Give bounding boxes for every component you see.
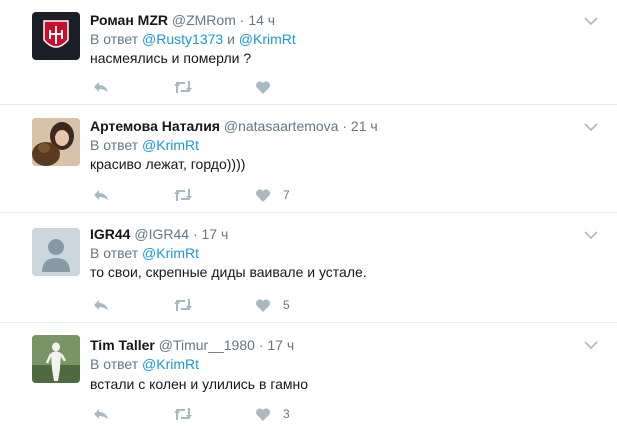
tweet-actions: 5	[90, 296, 330, 314]
like-button[interactable]: 5	[255, 296, 290, 314]
reply-button[interactable]	[92, 78, 110, 96]
separator: ·	[342, 118, 348, 134]
separator: ·	[258, 337, 264, 353]
display-name[interactable]: Роман MZR	[90, 12, 168, 28]
tweet-text: встали с колен и улились в гамно	[90, 376, 309, 392]
reply-prefix: В ответ	[90, 356, 139, 372]
reply-context: В ответ @Rusty1373 и @KrimRt	[90, 30, 296, 48]
mention-link[interactable]: @Rusty1373	[142, 31, 223, 47]
like-button[interactable]: 7	[255, 186, 290, 204]
reply-prefix: В ответ	[90, 137, 139, 153]
user-handle[interactable]: @Timur__1980	[159, 337, 255, 353]
like-button[interactable]	[255, 78, 283, 96]
reply-prefix: В ответ	[90, 245, 139, 261]
tweet-header: Tim Taller @Timur__1980 · 17 ч	[90, 336, 294, 354]
like-count: 3	[283, 407, 290, 421]
like-count: 7	[283, 188, 290, 202]
tweet-actions: 7	[90, 186, 330, 204]
chevron-down-icon[interactable]	[583, 13, 599, 26]
reply-prefix: В ответ	[90, 31, 139, 47]
mention-link[interactable]: @KrimRt	[239, 31, 296, 47]
reply-button[interactable]	[92, 296, 110, 314]
timestamp[interactable]: 17 ч	[202, 226, 229, 242]
heart-icon	[256, 298, 270, 312]
mention-link[interactable]: @KrimRt	[142, 245, 199, 261]
display-name[interactable]: Артемова Наталия	[90, 118, 220, 134]
reply-context: В ответ @KrimRt	[90, 136, 199, 154]
display-name[interactable]: IGR44	[90, 226, 130, 242]
retweet-button[interactable]	[172, 78, 194, 96]
chevron-down-icon[interactable]	[583, 337, 599, 350]
tweet-actions	[90, 78, 330, 96]
tweet-1[interactable]: Роман MZR @ZMRom · 14 ч В ответ @Rusty13…	[0, 0, 617, 105]
user-handle[interactable]: @ZMRom	[172, 12, 236, 28]
display-name[interactable]: Tim Taller	[90, 337, 155, 353]
tweet-2[interactable]: Артемова Наталия @natasaartemova · 21 ч …	[0, 106, 617, 213]
separator: ·	[192, 226, 198, 242]
tweet-header: IGR44 @IGR44 · 17 ч	[90, 225, 228, 243]
heart-icon	[256, 407, 270, 421]
heart-icon	[256, 80, 270, 94]
tweet-text: красиво лежат, гордо))))	[90, 156, 246, 172]
tweet-header: Роман MZR @ZMRom · 14 ч	[90, 11, 275, 29]
tweet-text: то свои, скрепные диды ваивале и устале.	[90, 264, 367, 280]
reply-context: В ответ @KrimRt	[90, 355, 199, 373]
tweet-text: насмеялись и померли ?	[90, 50, 252, 66]
heart-icon	[256, 188, 270, 202]
like-button[interactable]: 3	[255, 405, 290, 423]
timestamp[interactable]: 21 ч	[351, 118, 378, 134]
reply-icon	[94, 300, 108, 310]
separator: ·	[239, 12, 245, 28]
chevron-down-icon[interactable]	[583, 227, 599, 240]
chevron-down-icon[interactable]	[583, 119, 599, 132]
reply-button[interactable]	[92, 186, 110, 204]
avatar[interactable]	[32, 12, 80, 60]
retweet-button[interactable]	[172, 296, 194, 314]
user-handle[interactable]: @natasaartemova	[224, 118, 339, 134]
reply-context: В ответ @KrimRt	[90, 244, 199, 262]
reply-icon	[94, 190, 108, 200]
mention-join: и	[227, 31, 235, 47]
retweet-icon	[174, 299, 192, 311]
tweet-actions: 3	[90, 405, 330, 423]
avatar[interactable]	[32, 118, 80, 166]
user-handle[interactable]: @IGR44	[134, 226, 189, 242]
avatar[interactable]	[32, 228, 80, 276]
retweet-icon	[174, 81, 192, 93]
tweet-3[interactable]: IGR44 @IGR44 · 17 ч В ответ @KrimRt то с…	[0, 214, 617, 323]
reply-button[interactable]	[92, 405, 110, 423]
retweet-icon	[174, 189, 192, 201]
timestamp[interactable]: 14 ч	[248, 12, 275, 28]
like-count: 5	[283, 298, 290, 312]
mention-link[interactable]: @KrimRt	[142, 137, 199, 153]
timestamp[interactable]: 17 ч	[267, 337, 294, 353]
retweet-button[interactable]	[172, 186, 194, 204]
reply-icon	[94, 82, 108, 92]
tweet-header: Артемова Наталия @natasaartemova · 21 ч	[90, 117, 378, 135]
mention-link[interactable]: @KrimRt	[142, 356, 199, 372]
retweet-icon	[174, 408, 192, 420]
reply-icon	[94, 409, 108, 419]
tweet-4[interactable]: Tim Taller @Timur__1980 · 17 ч В ответ @…	[0, 324, 617, 430]
avatar[interactable]	[32, 335, 80, 383]
retweet-button[interactable]	[172, 405, 194, 423]
